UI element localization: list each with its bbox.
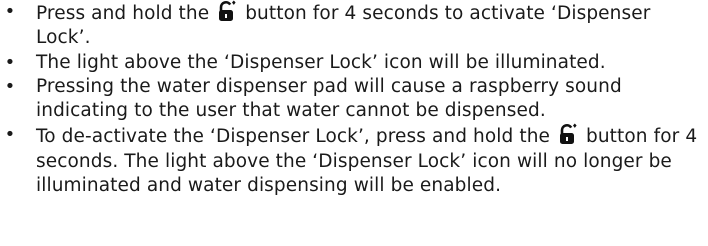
- lock-icon: [217, 0, 237, 22]
- lock-icon: [558, 123, 578, 145]
- bullet: •: [4, 75, 16, 97]
- bullet: •: [4, 1, 16, 22]
- bullet: •: [4, 124, 16, 146]
- list-item: • Pressing the water dispenser pad will c…: [0, 75, 708, 124]
- step-3-text: Pressing the water dispenser pad will ca…: [36, 75, 622, 122]
- list-item: • The light above the ‘Dispenser Lock’ ic…: [0, 51, 708, 75]
- step-1-text-before-icon: Press and hold the: [36, 3, 216, 24]
- step-4-text-before-icon: To de-activate the ‘Dispenser Lock’, pre…: [36, 126, 557, 148]
- bullet: •: [4, 51, 16, 73]
- instruction-list: • Press and hold the button for 4 seconds…: [0, 0, 708, 198]
- list-item: • Press and hold the button for 4 seconds…: [0, 0, 708, 51]
- list-item: • To de-activate the ‘Dispenser Lock’, pr…: [0, 123, 708, 198]
- step-2-text: The light above the ‘Dispenser Lock’ ico…: [36, 51, 606, 73]
